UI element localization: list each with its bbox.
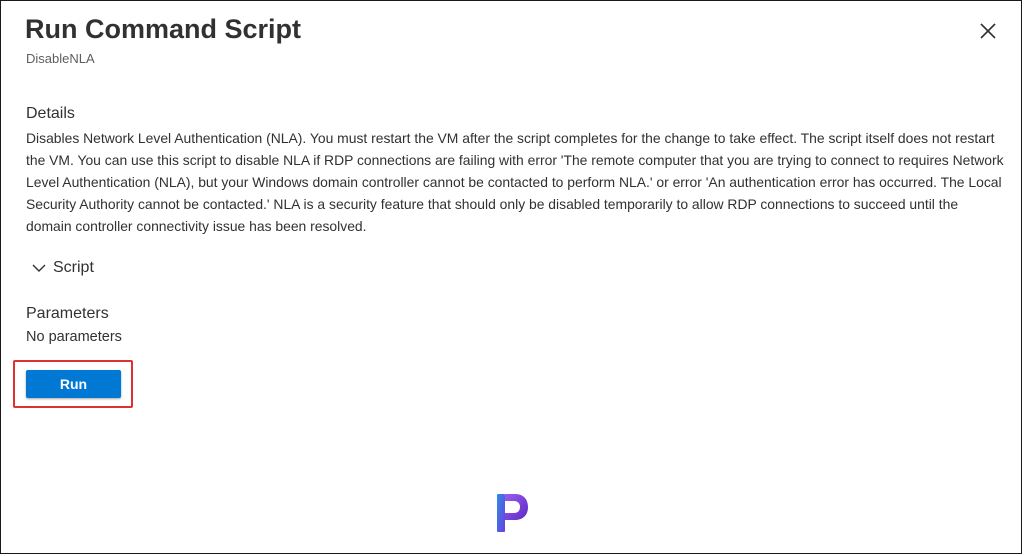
close-icon [980,23,996,39]
chevron-down-icon [32,264,46,272]
parameters-heading: Parameters [26,305,109,322]
script-expander[interactable]: Script [31,257,94,279]
panel-subtitle: DisableNLA [26,51,95,66]
run-button[interactable]: Run [26,370,121,398]
brand-logo-icon [493,492,531,534]
script-expander-label: Script [53,259,94,276]
panel-title: Run Command Script [25,14,302,44]
close-button[interactable] [975,18,1001,44]
details-description: Disables Network Level Authentication (N… [26,130,1004,234]
parameters-value: No parameters [26,329,122,345]
panel-frame [0,0,1022,554]
details-heading: Details [26,105,75,122]
